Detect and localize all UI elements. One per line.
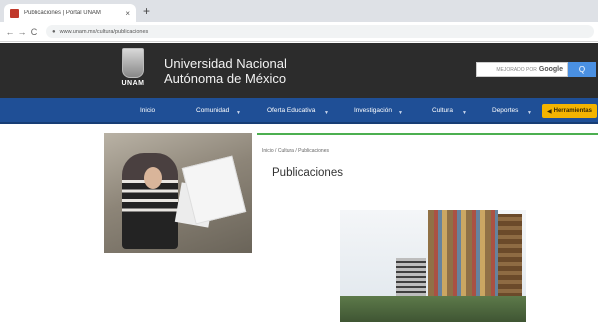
unam-favicon-icon — [10, 8, 19, 18]
nav-item-inicio[interactable]: Inicio — [140, 107, 155, 114]
forward-button[interactable]: → — [16, 27, 28, 37]
herramientas-button[interactable]: ◀ Herramientas — [542, 104, 597, 118]
new-tab-button[interactable]: + — [143, 4, 150, 18]
chevron-down-icon: ▼ — [462, 110, 467, 116]
nav-item-cultura[interactable]: Cultura — [432, 107, 453, 114]
chevron-down-icon: ▼ — [398, 110, 403, 116]
breadcrumb[interactable]: Inicio / Cultura / Publicaciones — [262, 148, 329, 154]
chevron-down-icon: ▼ — [527, 110, 532, 116]
unam-shield-icon — [122, 48, 144, 78]
herramientas-label: Herramientas — [553, 108, 592, 114]
url-text: www.unam.mx/cultura/publicaciones — [59, 28, 149, 35]
student-face — [144, 167, 162, 189]
search-icon: Q — [578, 65, 586, 74]
browser-tabstrip: Publicaciones | Portal UNAM × + — [0, 0, 598, 22]
reload-button[interactable]: C — [28, 27, 40, 37]
main-navbar: Inicio Comunidad ▼ Oferta Educativa ▼ In… — [0, 98, 598, 124]
address-bar[interactable]: ● www.unam.mx/cultura/publicaciones — [46, 25, 594, 38]
search-input[interactable]: MEJORADO POR Google — [476, 62, 568, 77]
central-library-image — [340, 210, 526, 322]
search-button[interactable]: Q — [568, 62, 596, 77]
back-button[interactable]: ← — [4, 27, 16, 37]
university-name[interactable]: Universidad Nacional Autónoma de México — [164, 56, 287, 86]
close-tab-icon[interactable]: × — [125, 9, 130, 18]
tab-title: Publicaciones | Portal UNAM — [24, 10, 101, 16]
nav-item-deportes[interactable]: Deportes — [492, 107, 518, 114]
nav-item-oferta-educativa[interactable]: Oferta Educativa — [267, 107, 315, 114]
unam-logo[interactable]: UNAM — [118, 48, 148, 92]
arrow-left-icon: ◀ — [547, 108, 552, 115]
university-name-line1: Universidad Nacional — [164, 56, 287, 71]
site-header: UNAM Universidad Nacional Autónoma de Mé… — [0, 43, 598, 98]
google-brand: Google — [538, 66, 563, 73]
search-placeholder: MEJORADO POR — [496, 66, 537, 73]
browser-toolbar: ← → C ● www.unam.mx/cultura/publicacione… — [0, 22, 598, 42]
logo-text: UNAM — [121, 80, 145, 87]
site-info-icon[interactable]: ● — [52, 29, 56, 35]
nav-item-investigacion[interactable]: Investigación — [354, 107, 392, 114]
page-title: Publicaciones — [272, 167, 343, 179]
student-reading-image — [104, 133, 252, 253]
chevron-down-icon: ▼ — [324, 110, 329, 116]
university-name-line2: Autónoma de México — [164, 71, 287, 86]
browser-tab[interactable]: Publicaciones | Portal UNAM × — [4, 4, 136, 22]
trees — [340, 296, 526, 322]
chevron-down-icon: ▼ — [236, 110, 241, 116]
nav-item-comunidad[interactable]: Comunidad — [196, 107, 229, 114]
